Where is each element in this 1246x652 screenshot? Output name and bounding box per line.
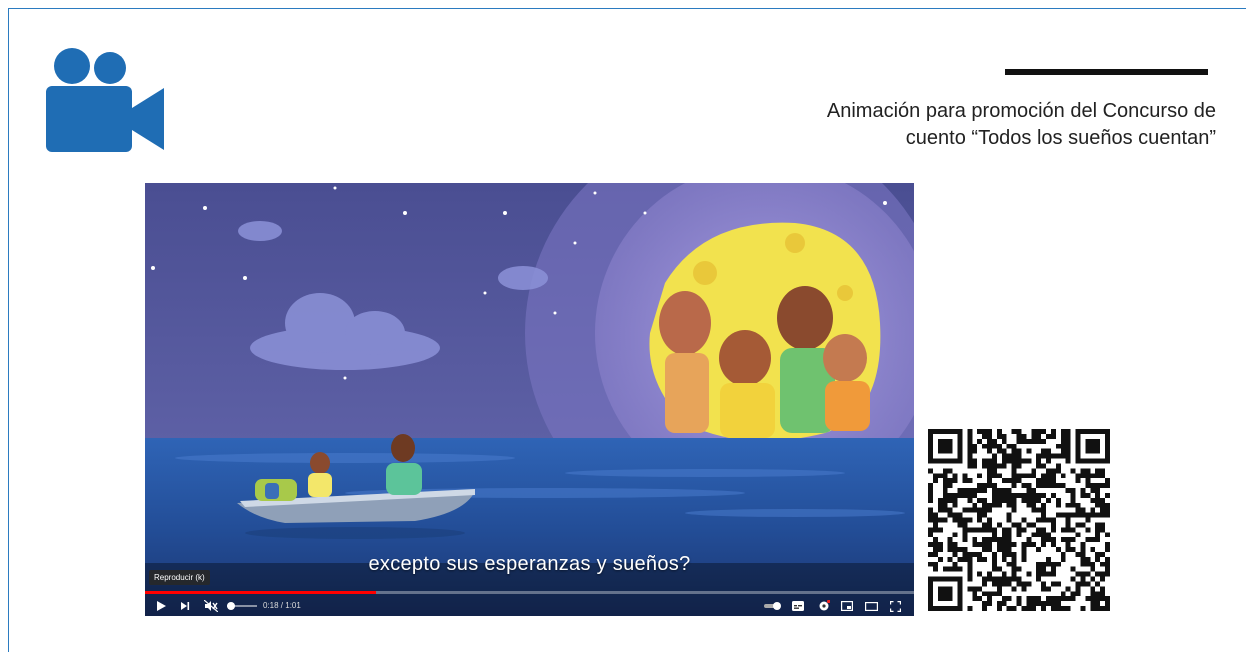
play-tooltip: Reproducir (k) (149, 570, 210, 585)
next-icon[interactable] (177, 596, 193, 616)
progress-fill (145, 591, 376, 594)
play-icon[interactable] (153, 596, 169, 616)
volume-knob[interactable] (227, 602, 235, 610)
progress-bar[interactable] (145, 591, 914, 594)
video-subtitle: excepto sus esperanzas y sueños? (368, 553, 691, 575)
theater-icon[interactable] (863, 596, 879, 616)
autoplay-toggle-icon[interactable] (763, 596, 783, 616)
video-frame-illustration (145, 183, 914, 616)
mute-icon[interactable] (202, 596, 220, 616)
video-player[interactable]: excepto sus esperanzas y sueños? Reprodu… (145, 183, 914, 616)
video-caption: Animación para promoción del Concurso de… (700, 98, 1216, 152)
player-controls: 0:18 / 1:01 (145, 596, 914, 616)
fullscreen-icon[interactable] (887, 596, 903, 616)
caption-line-1: Animación para promoción del Concurso de (826, 100, 1216, 122)
miniplayer-icon[interactable] (839, 596, 855, 616)
qr-code-icon[interactable] (928, 427, 1110, 613)
video-camera-icon (46, 48, 164, 152)
subtitles-icon[interactable] (790, 596, 806, 616)
time-display: 0:18 / 1:01 (263, 601, 301, 610)
caption-line-2: cuento “Todos los sueños cuentan” (905, 127, 1216, 149)
settings-icon[interactable] (815, 596, 833, 616)
header-rule (1005, 69, 1208, 75)
